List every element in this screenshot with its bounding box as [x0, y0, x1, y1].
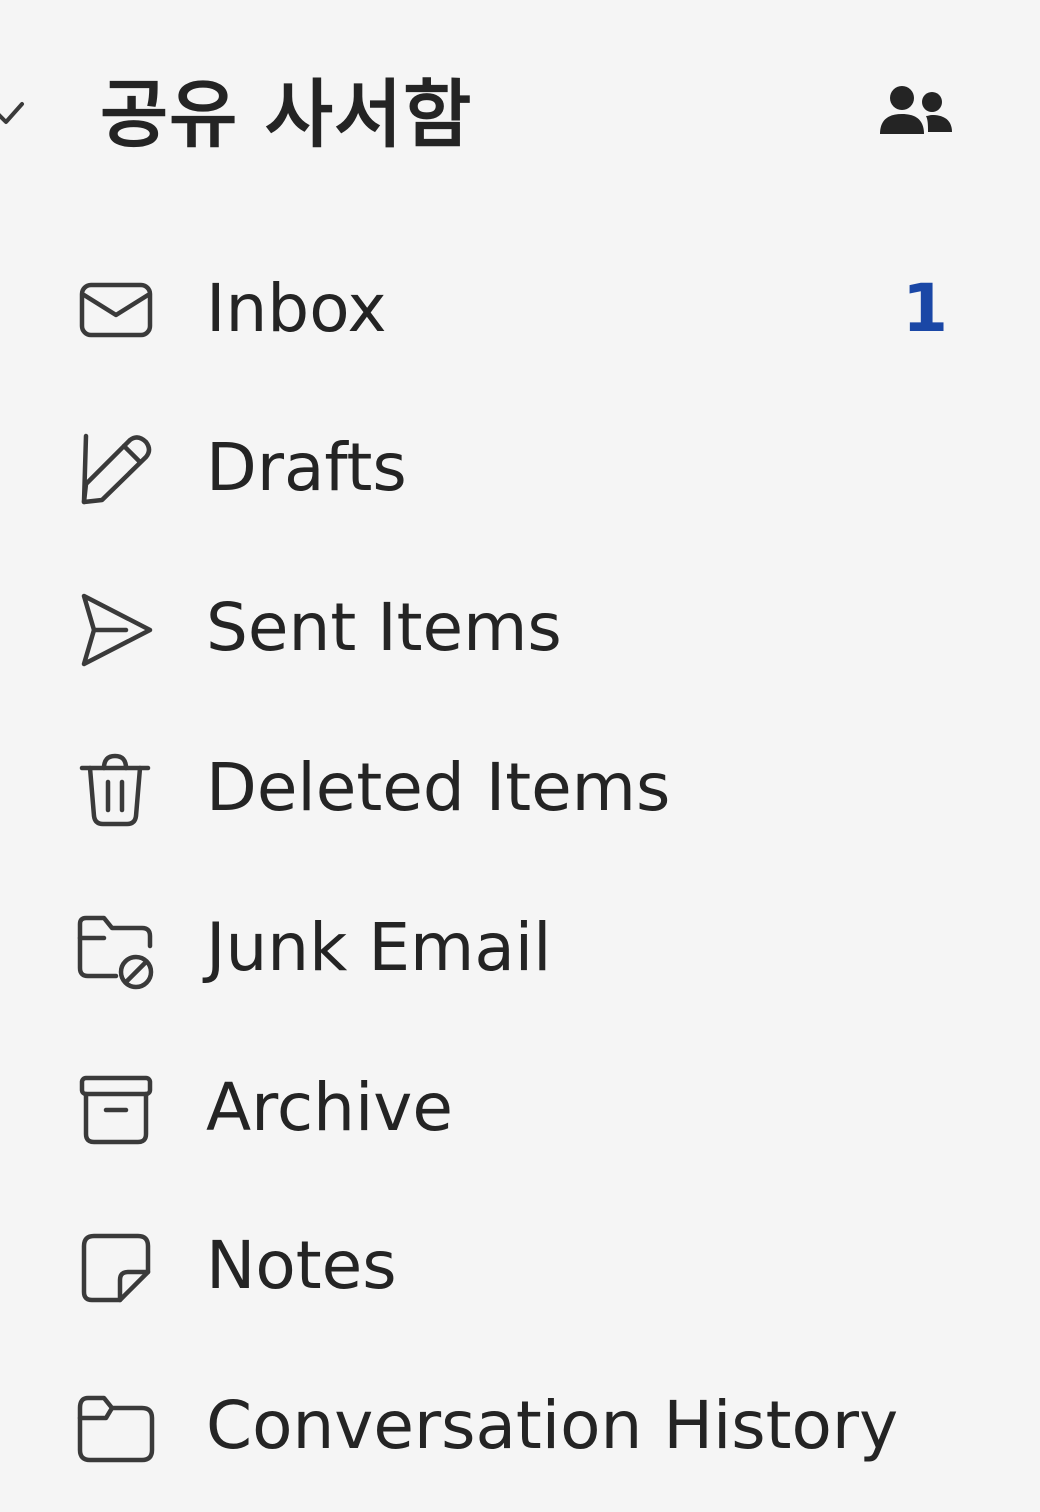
folder-drafts[interactable]: Drafts: [0, 393, 1040, 543]
folder-label: Drafts: [206, 429, 407, 506]
folder-sent-items[interactable]: Sent Items: [0, 553, 1040, 703]
send-icon: [81, 593, 153, 667]
folder-icon: [77, 1395, 155, 1463]
folder-label: Inbox: [206, 270, 387, 347]
pencil-icon: [81, 433, 152, 505]
shared-mailbox-title: 공유 사서함: [100, 72, 473, 158]
archive-icon: [79, 1075, 153, 1145]
folder-label: Conversation History: [206, 1387, 899, 1464]
folder-inbox[interactable]: Inbox 1: [0, 234, 1040, 384]
folder-archive[interactable]: Archive: [0, 1033, 1040, 1183]
folder-label: Sent Items: [206, 589, 562, 666]
folder-junk-email[interactable]: Junk Email: [0, 873, 1040, 1023]
folder-conversation-history[interactable]: Conversation History: [0, 1351, 1040, 1501]
folder-deleted-items[interactable]: Deleted Items: [0, 713, 1040, 863]
unread-count-badge: 1: [902, 270, 948, 347]
folder-label: Notes: [206, 1227, 397, 1304]
note-icon: [81, 1233, 151, 1303]
chevron-down-icon[interactable]: [0, 86, 30, 136]
folder-label: Archive: [206, 1069, 453, 1146]
folder-label: Junk Email: [206, 909, 552, 986]
shared-mailbox-header[interactable]: 공유 사서함: [0, 48, 1040, 178]
folder-notes[interactable]: Notes: [0, 1191, 1040, 1341]
trash-icon: [79, 753, 151, 827]
folder-pane: 공유 사서함 Inbox 1 Drafts Sent Items Deleted…: [0, 0, 1040, 1512]
junk-folder-icon: [77, 915, 154, 990]
mail-icon: [79, 282, 153, 338]
folder-label: Deleted Items: [206, 749, 671, 826]
people-icon: [880, 86, 952, 134]
